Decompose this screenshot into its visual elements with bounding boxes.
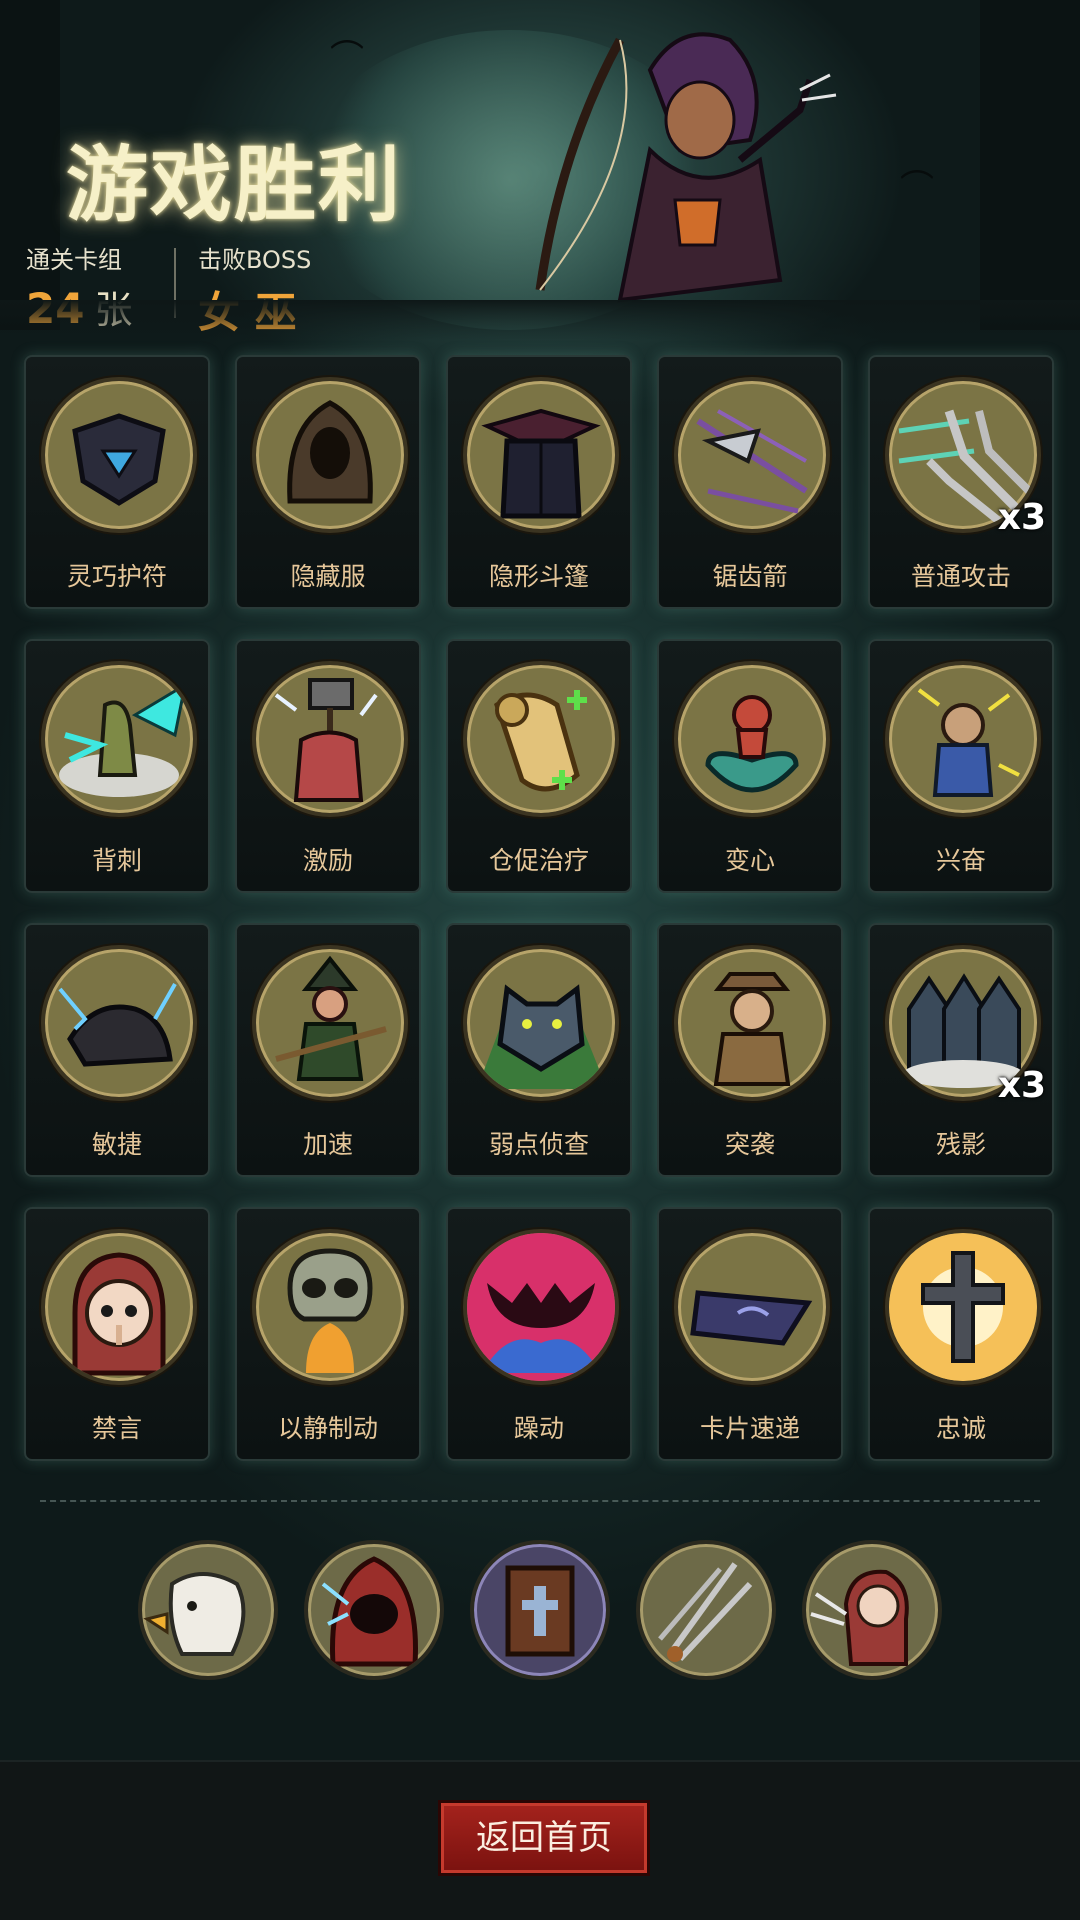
bat-icon: ⌒ [330,38,364,78]
card-item[interactable]: 以静制动 [235,1207,421,1461]
triple-blades-icon[interactable] [636,1540,776,1680]
card-item[interactable]: 忠诚 [868,1207,1054,1461]
serrated-arrow-icon [674,377,830,533]
card-label: 仓促治疗 [488,846,589,875]
shield-amulet-icon [41,377,197,533]
card-label: 加速 [302,1130,353,1159]
bottom-bar: 返回首页 [0,1760,1080,1920]
panther-icon [41,945,197,1101]
card-label: 变心 [724,846,775,875]
silence-girl-icon [41,1229,197,1385]
card-item[interactable]: 卡片速递 [657,1207,843,1461]
card-item[interactable]: 灵巧护符 [24,355,210,609]
cleared-deck-label: 通关卡组 [26,246,122,274]
bandit-ambush-icon [674,945,830,1101]
witch-broom-icon [252,945,408,1101]
card-item[interactable]: x3 普通攻击 [868,355,1054,609]
card-item[interactable]: 加速 [235,923,421,1177]
werewolf-icon [463,945,619,1101]
flying-card-icon [674,1229,830,1385]
return-home-button[interactable]: 返回首页 [438,1800,650,1876]
holy-book-icon[interactable] [470,1540,610,1680]
card-item[interactable]: 隐形斗篷 [446,355,632,609]
card-label: 卡片速递 [699,1414,800,1443]
tree-silhouette [980,0,1080,330]
hooded-mage-icon[interactable] [304,1540,444,1680]
card-label: 背刺 [91,846,142,875]
excited-dwarf-icon [885,661,1041,817]
section-divider [40,1500,1040,1502]
hammer-warrior-icon [252,661,408,817]
card-label: 激励 [302,846,353,875]
header-shadow [0,300,1080,340]
frenzy-monster-icon [463,1229,619,1385]
card-label: 敏捷 [91,1130,142,1159]
card-label: 弱点侦查 [488,1130,589,1159]
card-label: 残影 [935,1130,986,1159]
card-count-badge: x3 [997,1065,1046,1106]
eagle-icon[interactable] [138,1540,278,1680]
backstab-icon [41,661,197,817]
card-label: 以静制动 [277,1414,378,1443]
card-label: 禁言 [91,1414,142,1443]
healing-scroll-icon [463,661,619,817]
victory-screen: ⌒ ⌒ 游戏胜利 通关卡组 24张 击败BOSS 女 巫 灵巧护符 [0,0,1080,1920]
card-item[interactable]: 兴奋 [868,639,1054,893]
card-label: 隐藏服 [290,562,366,591]
card-item[interactable]: 锯齿箭 [657,355,843,609]
card-item[interactable]: 隐藏服 [235,355,421,609]
hooded-cloak-icon [252,377,408,533]
card-item[interactable]: 躁动 [446,1207,632,1461]
card-count-badge: x3 [997,497,1046,538]
victory-title: 游戏胜利 [66,138,403,233]
invisible-coat-icon [463,377,619,533]
card-item[interactable]: 敏捷 [24,923,210,1177]
card-label: 突袭 [724,1130,775,1159]
card-item[interactable]: x3 残影 [868,923,1054,1177]
card-item[interactable]: 禁言 [24,1207,210,1461]
card-item[interactable]: 仓促治疗 [446,639,632,893]
card-label: 灵巧护符 [66,562,167,591]
archer-hero-illustration [535,32,837,303]
card-label: 兴奋 [935,846,986,875]
cross-icon [885,1229,1041,1385]
rogue-girl-icon[interactable] [802,1540,942,1680]
card-item[interactable]: 变心 [657,639,843,893]
bat-icon: ⌒ [900,168,934,208]
card-label: 隐形斗篷 [488,562,589,591]
card-label: 躁动 [513,1414,564,1443]
card-label: 锯齿箭 [712,562,788,591]
card-item[interactable]: 弱点侦查 [446,923,632,1177]
card-item[interactable]: 突袭 [657,923,843,1177]
defeated-boss-label: 击败BOSS [198,246,312,274]
card-label: 普通攻击 [910,562,1011,591]
skull-flame-icon [252,1229,408,1385]
imp-heart-icon [674,661,830,817]
card-label: 忠诚 [935,1414,986,1443]
card-item[interactable]: 背刺 [24,639,210,893]
card-item[interactable]: 激励 [235,639,421,893]
